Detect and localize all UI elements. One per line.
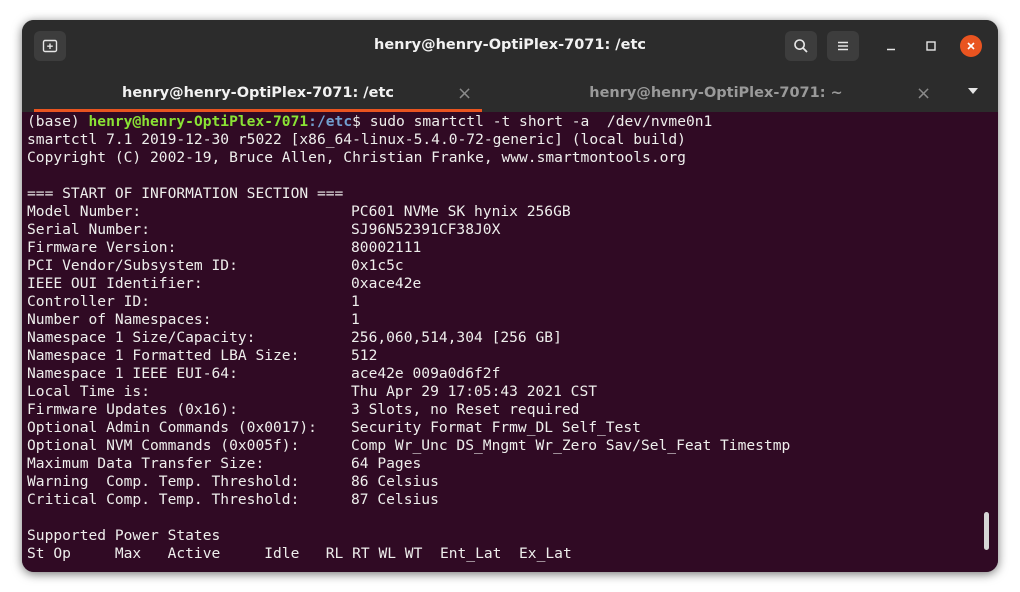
tab-label: henry@henry-OptiPlex-7071: ~ [589, 84, 843, 101]
info-key: Namespace 1 IEEE EUI-64: [27, 365, 238, 382]
prompt-path: :/etc [308, 113, 353, 130]
copyright-line: Copyright (C) 2002-19, Bruce Allen, Chri… [27, 149, 686, 166]
info-row: Optional NVM Commands (0x005f): Comp Wr_U… [27, 437, 790, 455]
minimize-button[interactable] [880, 35, 902, 57]
info-key: Critical Comp. Temp. Threshold: [27, 491, 300, 508]
info-key: Controller ID: [27, 293, 151, 310]
info-value: 1 [351, 311, 360, 328]
info-key: Namespace 1 Formatted LBA Size: [27, 347, 300, 364]
info-row: IEEE OUI Identifier: 0xace42e [27, 275, 421, 293]
info-row: Local Time is: Thu Apr 29 17:05:43 2021 C… [27, 383, 597, 401]
info-value: 256,060,514,304 [256 GB] [351, 329, 562, 346]
terminal-output[interactable]: (base) henry@henry-OptiPlex-7071:/etc$ s… [22, 112, 998, 572]
info-value: 87 Celsius [351, 491, 439, 508]
info-row: Critical Comp. Temp. Threshold: 87 Celsiu… [27, 491, 439, 509]
info-row: Namespace 1 IEEE EUI-64: ace42e 009a0d6f2… [27, 365, 500, 383]
info-row: Controller ID: 1 [27, 293, 360, 311]
info-key: Number of Namespaces: [27, 311, 212, 328]
tab-bar: henry@henry-OptiPlex-7071: /etc × henry@… [22, 73, 998, 112]
info-value: 0x1c5c [351, 257, 404, 274]
info-row: Namespace 1 Size/Capacity: 256,060,514,30… [27, 329, 562, 347]
info-key: Firmware Version: [27, 239, 177, 256]
info-key: Optional NVM Commands (0x005f): [27, 437, 300, 454]
info-key: Model Number: [27, 203, 142, 220]
tab-etc[interactable]: henry@henry-OptiPlex-7071: /etc [34, 73, 482, 112]
info-key: Firmware Updates (0x16): [27, 401, 238, 418]
prompt-line: (base) henry@henry-OptiPlex-7071:/etc$ s… [27, 113, 712, 131]
info-value: 80002111 [351, 239, 422, 256]
prompt-env: (base) [27, 113, 89, 130]
info-value: 64 Pages [351, 455, 422, 472]
info-value: Comp Wr_Unc DS_Mngmt Wr_Zero Sav/Sel_Fea… [351, 437, 791, 454]
tab-label: henry@henry-OptiPlex-7071: /etc [122, 84, 394, 101]
info-key: Warning Comp. Temp. Threshold: [27, 473, 300, 490]
close-button[interactable] [960, 35, 982, 57]
info-value: Thu Apr 29 17:05:43 2021 CST [351, 383, 598, 400]
info-value: 512 [351, 347, 378, 364]
search-icon [794, 39, 808, 53]
info-key: Local Time is: [27, 383, 151, 400]
info-row: Warning Comp. Temp. Threshold: 86 Celsius [27, 473, 439, 491]
info-key: PCI Vendor/Subsystem ID: [27, 257, 238, 274]
power-states-header: St Op Max Active Idle RL RT WL WT Ent_La… [27, 545, 572, 562]
info-row: Number of Namespaces: 1 [27, 311, 360, 329]
info-key: Maximum Data Transfer Size: [27, 455, 265, 472]
info-row: Firmware Updates (0x16): 3 Slots, no Rese… [27, 401, 579, 419]
info-value: 3 Slots, no Reset required [351, 401, 580, 418]
minimize-icon [887, 48, 895, 51]
tab-home-close-icon[interactable]: × [916, 83, 931, 104]
info-row: Serial Number: SJ96N52391CF38J0X [27, 221, 500, 239]
power-states-title: Supported Power States [27, 527, 221, 544]
info-key: Serial Number: [27, 221, 151, 238]
info-row: Namespace 1 Formatted LBA Size: 512 [27, 347, 377, 365]
section-title: === START OF INFORMATION SECTION === [27, 185, 344, 202]
info-row: Optional Admin Commands (0x0017): Securit… [27, 419, 641, 437]
info-key: Optional Admin Commands (0x0017): [27, 419, 317, 436]
info-value: 86 Celsius [351, 473, 439, 490]
info-row: Model Number: PC601 NVMe SK hynix 256GB [27, 203, 571, 221]
maximize-icon [926, 41, 936, 51]
terminal-window: henry@henry-OptiPlex-7071: /etc henry@he… [22, 20, 998, 572]
info-row: Firmware Version: 80002111 [27, 239, 421, 257]
tab-home[interactable]: henry@henry-OptiPlex-7071: ~ [492, 73, 940, 112]
title-bar[interactable]: henry@henry-OptiPlex-7071: /etc [22, 20, 998, 73]
info-value: ace42e 009a0d6f2f [351, 365, 501, 382]
search-button[interactable] [785, 31, 817, 61]
close-icon [967, 42, 975, 50]
prompt-symbol: $ [352, 113, 370, 130]
tab-etc-close-icon[interactable]: × [457, 83, 472, 104]
hamburger-menu-icon [838, 41, 848, 51]
info-value: 0xace42e [351, 275, 422, 292]
info-value: Security Format Frmw_DL Self_Test [351, 419, 641, 436]
menu-button[interactable] [827, 31, 859, 61]
info-value: SJ96N52391CF38J0X [351, 221, 501, 238]
command-text: sudo smartctl -t short -a /dev/nvme0n1 [369, 113, 713, 130]
info-row: Maximum Data Transfer Size: 64 Pages [27, 455, 421, 473]
tab-overflow-chevron-down-icon[interactable] [966, 84, 980, 98]
terminal-scrollbar[interactable] [984, 512, 989, 550]
info-value: 1 [351, 293, 360, 310]
info-key: IEEE OUI Identifier: [27, 275, 203, 292]
prompt-user: henry@henry-OptiPlex-7071 [88, 113, 309, 130]
maximize-button[interactable] [920, 35, 942, 57]
info-value: PC601 NVMe SK hynix 256GB [351, 203, 571, 220]
info-key: Namespace 1 Size/Capacity: [27, 329, 256, 346]
info-row: PCI Vendor/Subsystem ID: 0x1c5c [27, 257, 404, 275]
version-line: smartctl 7.1 2019-12-30 r5022 [x86_64-li… [27, 131, 686, 148]
